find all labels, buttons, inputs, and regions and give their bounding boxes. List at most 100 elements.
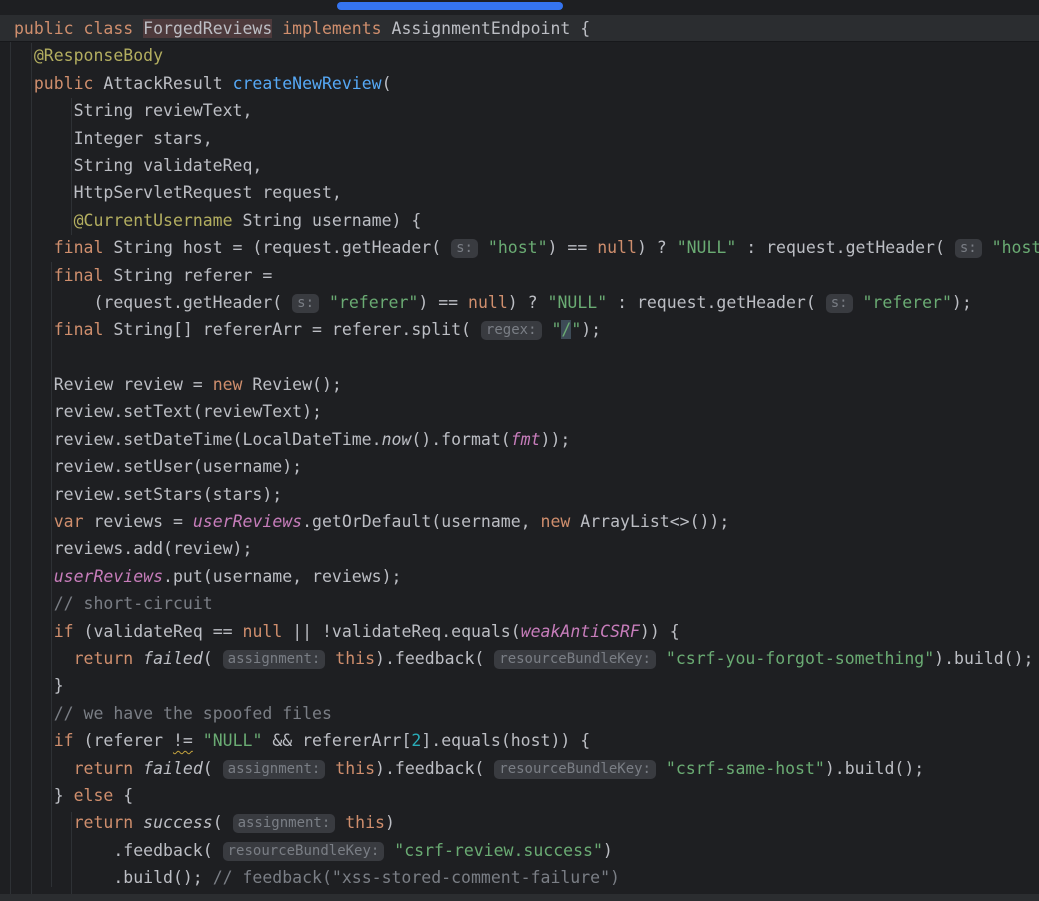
code-line[interactable]: return success( assignment: this)	[0, 809, 1039, 836]
code-token: this	[335, 759, 375, 778]
code-token	[133, 759, 143, 778]
code-token	[656, 649, 666, 668]
code-line[interactable]: review.setDateTime(LocalDateTime.now().f…	[0, 426, 1039, 453]
code-line[interactable]	[0, 344, 1039, 371]
code-token	[14, 759, 74, 778]
code-token: var	[54, 512, 84, 531]
inlay-hint: resourceBundleKey:	[223, 842, 385, 861]
code-token: ).build();	[825, 759, 924, 778]
code-line[interactable]: public class ForgedReviews implements As…	[0, 15, 1039, 42]
code-token: "csrf-you-forgot-something"	[666, 649, 934, 668]
code-line[interactable]: reviews.add(review);	[0, 535, 1039, 562]
code-token: failed	[143, 649, 203, 668]
code-token: else	[74, 786, 114, 805]
code-editor[interactable]: public class ForgedReviews implements As…	[0, 0, 1039, 901]
code-token: public	[14, 19, 74, 38]
code-token: @CurrentUsername	[74, 211, 233, 230]
code-line[interactable]: }	[0, 672, 1039, 699]
code-token: implements	[282, 19, 381, 38]
code-line[interactable]: review.setUser(username);	[0, 453, 1039, 480]
code-token: if	[54, 622, 74, 641]
editor-top-strip	[0, 0, 1039, 15]
code-token: : request.getHeader(	[736, 238, 955, 257]
code-token: public	[34, 74, 94, 93]
code-token: || !validateReq.equals(	[282, 622, 520, 641]
code-token: "	[551, 320, 561, 339]
code-line[interactable]: String validateReq,	[0, 152, 1039, 179]
code-token: final	[54, 320, 104, 339]
code-token: );	[952, 293, 972, 312]
code-token: // short-circuit	[54, 594, 213, 613]
code-token: ) ?	[508, 293, 548, 312]
code-token: review.setDateTime(LocalDateTime.	[14, 430, 382, 449]
code-token	[14, 238, 54, 257]
code-line[interactable]: if (referer != "NULL" && refererArr[2].e…	[0, 727, 1039, 754]
code-token: userReviews	[193, 512, 302, 531]
code-token: (request.getHeader(	[14, 293, 292, 312]
code-token	[14, 211, 74, 230]
code-line[interactable]: review.setStars(stars);	[0, 481, 1039, 508]
code-token: this	[345, 813, 385, 832]
code-token: ArrayList<>());	[570, 512, 729, 531]
code-line[interactable]: public AttackResult createNewReview(	[0, 70, 1039, 97]
code-lines: public class ForgedReviews implements As…	[0, 15, 1039, 892]
code-token: return	[74, 759, 134, 778]
code-line[interactable]: HttpServletRequest request,	[0, 179, 1039, 206]
code-token: if	[54, 731, 74, 750]
code-token: new	[213, 375, 243, 394]
bottom-scrollbar-track[interactable]	[0, 894, 1039, 901]
code-line[interactable]: final String referer =	[0, 262, 1039, 289]
code-line[interactable]: @ResponseBody	[0, 42, 1039, 69]
code-line[interactable]: .build(); // feedback("xss-stored-commen…	[0, 864, 1039, 891]
code-token: (referer	[74, 731, 173, 750]
code-token: success	[143, 813, 213, 832]
code-token: reviews =	[84, 512, 193, 531]
top-scrollbar-thumb[interactable]	[337, 2, 563, 10]
code-token: (	[382, 74, 392, 93]
code-token: Integer stars,	[14, 129, 213, 148]
code-token: String validateReq,	[14, 156, 262, 175]
code-token	[14, 594, 54, 613]
code-line[interactable]: // short-circuit	[0, 590, 1039, 617]
inlay-hint: regex:	[481, 321, 542, 340]
code-line[interactable]: @CurrentUsername String username) {	[0, 207, 1039, 234]
code-token: null	[243, 622, 283, 641]
code-token: failed	[143, 759, 203, 778]
code-token: String username) {	[233, 211, 422, 230]
code-token: return	[74, 813, 134, 832]
inlay-hint: resourceBundleKey:	[494, 650, 656, 669]
code-line[interactable]: if (validateReq == null || !validateReq.…	[0, 618, 1039, 645]
code-line[interactable]: .feedback( resourceBundleKey: "csrf-revi…	[0, 837, 1039, 864]
code-line[interactable]: userReviews.put(username, reviews);	[0, 563, 1039, 590]
code-line[interactable]: // we have the spoofed files	[0, 700, 1039, 727]
code-token	[335, 813, 345, 832]
code-line[interactable]: (request.getHeader( s: "referer") == nul…	[0, 289, 1039, 316]
code-line[interactable]: String reviewText,	[0, 97, 1039, 124]
code-token	[14, 512, 54, 531]
code-line[interactable]: return failed( assignment: this).feedbac…	[0, 755, 1039, 782]
inlay-hint: resourceBundleKey:	[494, 760, 656, 779]
code-line[interactable]: final String host = (request.getHeader( …	[0, 234, 1039, 261]
code-token	[14, 46, 34, 65]
code-token: String referer =	[103, 266, 272, 285]
code-line[interactable]: final String[] refererArr = referer.spli…	[0, 316, 1039, 343]
code-token: ).build();	[934, 649, 1033, 668]
code-token: "referer"	[329, 293, 418, 312]
code-line[interactable]: Review review = new Review();	[0, 371, 1039, 398]
code-token	[14, 731, 54, 750]
code-token	[133, 649, 143, 668]
code-line[interactable]: } else {	[0, 782, 1039, 809]
inlay-hint: s:	[292, 294, 319, 313]
code-line[interactable]: var reviews = userReviews.getOrDefault(u…	[0, 508, 1039, 535]
code-line[interactable]: review.setText(reviewText);	[0, 398, 1039, 425]
code-line[interactable]: Integer stars,	[0, 125, 1039, 152]
code-token: ForgedReviews	[143, 19, 272, 38]
code-token	[193, 731, 203, 750]
code-line[interactable]: return failed( assignment: this).feedbac…	[0, 645, 1039, 672]
code-token: review.setUser(username);	[14, 457, 302, 476]
code-token: reviews.add(review);	[14, 539, 252, 558]
code-token: // we have the spoofed files	[54, 704, 332, 723]
code-token: AssignmentEndpoint {	[382, 19, 591, 38]
code-token: null	[468, 293, 508, 312]
code-token	[14, 704, 54, 723]
